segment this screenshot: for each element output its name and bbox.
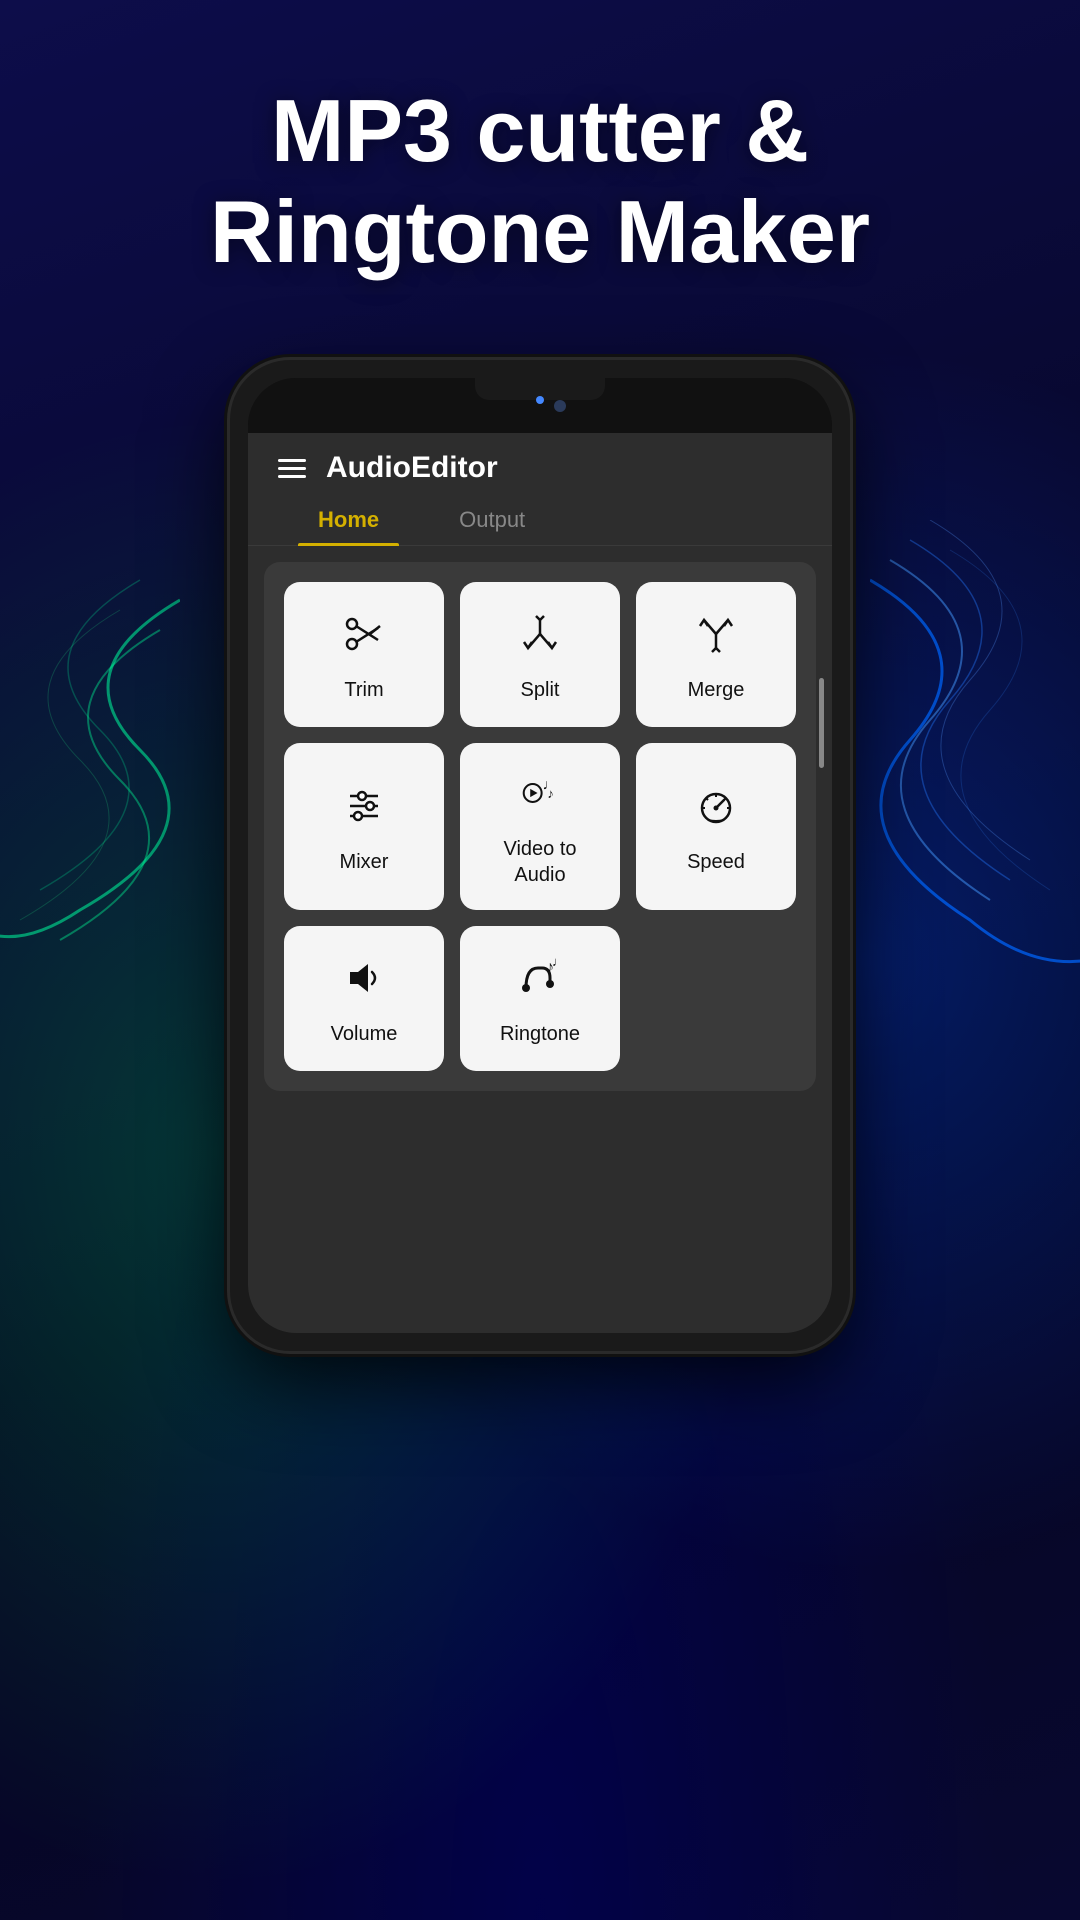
speed-label: Speed: [687, 849, 745, 875]
mixer-icon: [342, 784, 386, 835]
video-to-audio-button[interactable]: ♩ ♪ Video toAudio: [460, 743, 620, 910]
wave-left-decoration: [0, 550, 180, 950]
ringtone-icon: ♪ ♩: [518, 956, 562, 1007]
title-line1: MP3 cutter &: [271, 81, 809, 180]
split-button[interactable]: Split: [460, 582, 620, 727]
speed-icon: [694, 784, 738, 835]
trim-label: Trim: [344, 677, 383, 703]
trim-button[interactable]: Trim: [284, 582, 444, 727]
hamburger-menu-button[interactable]: [278, 459, 306, 478]
trim-icon: [342, 612, 386, 663]
phone-notch-area: [248, 378, 832, 433]
status-indicator: [536, 396, 544, 404]
svg-text:♪: ♪: [547, 786, 554, 801]
phone-frame: AudioEditor Home Output: [230, 360, 850, 1351]
main-title: MP3 cutter & Ringtone Maker: [60, 80, 1020, 282]
feature-grid: Trim: [284, 582, 796, 1071]
app-title: AudioEditor: [326, 451, 498, 485]
merge-icon: [694, 612, 738, 663]
merge-label: Merge: [688, 677, 745, 703]
mixer-button[interactable]: Mixer: [284, 743, 444, 910]
ringtone-button[interactable]: ♪ ♩ Ringtone: [460, 926, 620, 1071]
merge-button[interactable]: Merge: [636, 582, 796, 727]
volume-icon: [342, 956, 386, 1007]
tab-output[interactable]: Output: [419, 493, 565, 545]
wave-right-decoration: [870, 520, 1080, 1020]
split-label: Split: [521, 677, 560, 703]
title-area: MP3 cutter & Ringtone Maker: [0, 80, 1080, 282]
phone-mockup: AudioEditor Home Output: [230, 360, 850, 1351]
ringtone-label: Ringtone: [500, 1021, 580, 1047]
split-icon: [518, 612, 562, 663]
app-screen: AudioEditor Home Output: [248, 433, 832, 1333]
video-to-audio-label: Video toAudio: [503, 836, 576, 888]
title-line2: Ringtone Maker: [210, 182, 870, 281]
feature-grid-area: Trim: [264, 562, 816, 1091]
phone-screen: AudioEditor Home Output: [248, 378, 832, 1333]
volume-label: Volume: [331, 1021, 398, 1047]
mixer-label: Mixer: [340, 849, 389, 875]
scroll-indicator: [819, 678, 824, 768]
tab-home[interactable]: Home: [278, 493, 419, 545]
camera-dot: [554, 400, 566, 412]
menu-line-1: [278, 459, 306, 462]
volume-button[interactable]: Volume: [284, 926, 444, 1071]
tab-home-label: Home: [318, 507, 379, 532]
tabs-bar: Home Output: [248, 493, 832, 546]
svg-text:♩: ♩: [552, 956, 562, 969]
video-to-audio-icon: ♩ ♪: [518, 771, 562, 822]
app-header: AudioEditor: [248, 433, 832, 485]
speed-button[interactable]: Speed: [636, 743, 796, 910]
menu-line-2: [278, 467, 306, 470]
tab-output-label: Output: [459, 507, 525, 532]
menu-line-3: [278, 475, 306, 478]
